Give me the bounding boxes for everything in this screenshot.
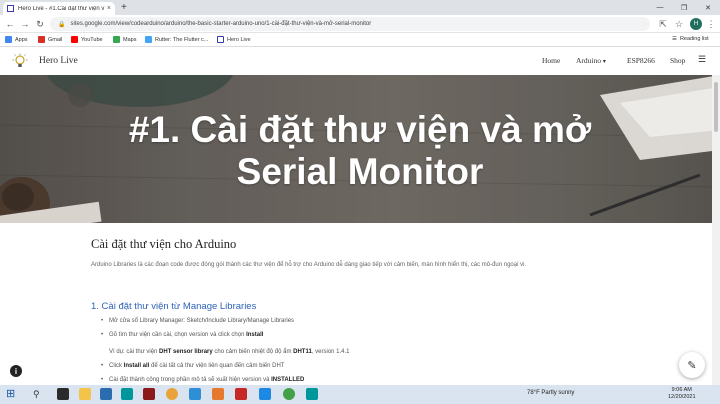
taskbar-clock[interactable]: 9:06 AM 12/20/2021 — [668, 387, 696, 401]
list-item: Click Install all để cài tất cả thư viện… — [101, 363, 285, 369]
scrollbar-thumb[interactable] — [714, 82, 718, 132]
bookmark-label: Gmail — [48, 36, 63, 43]
bookmarks-bar: Apps Gmail YouTube Maps Rutter: The Flut… — [0, 33, 720, 47]
nav-esp8266[interactable]: ESP8266 — [627, 56, 655, 65]
subsection-heading: 1. Cài đặt thư viện từ Manage Libraries — [91, 301, 257, 312]
hero-title-line-2: Serial Monitor — [236, 151, 484, 192]
close-tab-icon[interactable]: × — [107, 5, 111, 12]
example-bold: DHT11 — [293, 349, 312, 355]
maps-icon — [113, 36, 120, 43]
nav-arduino[interactable]: Arduino ▾ — [576, 56, 606, 65]
task-view-icon[interactable] — [57, 388, 69, 400]
list-item-text: để cài tất cả thư viện liên quan đến cảm… — [149, 363, 285, 369]
site-brand[interactable]: Hero Live — [39, 56, 78, 66]
list-item: Gõ tìm thư viện cần cài, chọn version và… — [101, 332, 264, 338]
url-text: sites.google.com/view/codearduino/arduin… — [70, 21, 372, 27]
example-line: Ví dụ: cài thư viện DHT sensor library c… — [109, 349, 350, 355]
apps-grid-icon — [5, 36, 12, 43]
list-item-text: Cài đặt thành công trong phần mô tả sẽ x… — [109, 377, 272, 383]
youtube-icon — [71, 36, 78, 43]
bookmark-label: YouTube — [81, 36, 103, 43]
share-icon[interactable]: ⇱ — [656, 17, 670, 31]
reload-icon[interactable]: ↻ — [33, 17, 47, 31]
bookmark-gmail[interactable]: Gmail — [38, 36, 62, 43]
list-item-bold: INSTALLED — [271, 377, 305, 383]
bookmark-apps[interactable]: Apps — [5, 36, 28, 43]
bookmark-hero-live[interactable]: Hero Live — [217, 36, 251, 43]
app-red-icon[interactable] — [143, 388, 155, 400]
bookmark-star-icon[interactable]: ☆ — [672, 17, 686, 31]
chrome-icon[interactable] — [166, 388, 178, 400]
list-item-text: Gõ tìm thư viện cần cài, chọn version và… — [109, 332, 247, 338]
app-f-icon[interactable] — [235, 388, 247, 400]
maximize-icon[interactable]: ❐ — [672, 0, 696, 15]
profile-avatar[interactable]: H — [690, 18, 702, 30]
address-bar[interactable]: 🔒 sites.google.com/view/codearduino/ardu… — [50, 17, 650, 31]
site-header — [0, 47, 720, 75]
example-text: , version 1.4.1 — [311, 349, 350, 355]
example-text: cho cảm biến nhiệt độ độ ẩm — [212, 349, 294, 355]
list-item-bold: Install — [246, 332, 264, 338]
bookmark-maps[interactable]: Maps — [113, 36, 136, 43]
browser-toolbar: ← → ↻ 🔒 sites.google.com/view/codearduin… — [0, 15, 720, 33]
browser-tab[interactable]: Hero Live - #1.Cài đặt thư viện v × — [3, 2, 115, 15]
chrome-active-icon[interactable] — [283, 388, 295, 400]
info-icon[interactable]: i — [10, 365, 22, 377]
lightbulb-logo-icon[interactable] — [12, 53, 28, 69]
close-window-icon[interactable]: ✕ — [696, 0, 720, 15]
example-text: Ví dụ: cài thư viện — [109, 349, 160, 355]
list-item: Cài đặt thành công trong phần mô tả sẽ x… — [101, 377, 305, 383]
flutter-icon — [145, 36, 152, 43]
windows-start-icon[interactable]: ⊞ — [6, 388, 18, 400]
list-item-text: Mở cửa sổ Library Manager: Sketch/Includ… — [109, 318, 295, 324]
nav-shop[interactable]: Shop — [670, 56, 685, 65]
edit-pencil-icon[interactable]: ✎ — [679, 352, 705, 378]
bookmark-label: Rutter: The Flutter c... — [155, 36, 209, 43]
new-tab-button[interactable]: + — [121, 2, 127, 13]
page-hero-title: #1. Cài đặt thư viện và mở Serial Monito… — [0, 109, 720, 193]
bookmark-label: Hero Live — [227, 36, 251, 43]
section-heading: Cài đặt thư viện cho Arduino — [91, 237, 237, 251]
nav-home[interactable]: Home — [542, 56, 560, 65]
reading-list-icon: ☰ — [672, 36, 677, 42]
clock-date: 12/20/2021 — [668, 394, 696, 400]
bookmark-youtube[interactable]: YouTube — [71, 36, 103, 43]
app-orange-icon[interactable] — [212, 388, 224, 400]
reading-list-button[interactable]: ☰ Reading list — [672, 36, 709, 42]
arduino-ide-2-icon[interactable] — [306, 388, 318, 400]
list-item-bold: Install all — [123, 363, 150, 369]
hamburger-menu-icon[interactable]: ☰ — [698, 54, 706, 65]
search-icon[interactable]: ⚲ — [33, 388, 45, 400]
vscode-icon[interactable] — [259, 388, 271, 400]
lock-icon: 🔒 — [58, 21, 66, 28]
mail-icon[interactable] — [100, 388, 112, 400]
browser-tab-bar: Hero Live - #1.Cài đặt thư viện v × + — … — [0, 0, 720, 15]
hero-live-favicon-icon — [217, 36, 224, 43]
list-item-text: Click — [109, 363, 124, 369]
tab-title: Hero Live - #1.Cài đặt thư viện v — [18, 5, 105, 12]
forward-icon[interactable]: → — [18, 17, 32, 31]
hero-live-favicon-icon — [7, 5, 14, 12]
list-item: Mở cửa sổ Library Manager: Sketch/Includ… — [101, 318, 295, 324]
weather-widget[interactable]: 78°F Partly sunny — [527, 390, 574, 396]
more-menu-icon[interactable]: ⋮ — [704, 17, 718, 31]
bookmark-flutter[interactable]: Rutter: The Flutter c... — [145, 36, 208, 43]
reading-list-label: Reading list — [679, 36, 709, 42]
app-blue-icon[interactable] — [189, 388, 201, 400]
nav-arduino-label: Arduino — [576, 56, 601, 65]
intro-paragraph: Arduino Libraries là các đoạn code được … — [91, 262, 527, 268]
example-bold: DHT sensor library — [159, 349, 213, 355]
chevron-down-icon: ▾ — [602, 59, 606, 65]
hero-title-line-1: #1. Cài đặt thư viện và mở — [128, 109, 592, 150]
back-icon[interactable]: ← — [3, 17, 17, 31]
bookmark-label: Maps — [123, 36, 137, 43]
arduino-ide-icon[interactable] — [121, 388, 133, 400]
file-explorer-icon[interactable] — [79, 388, 91, 400]
minimize-icon[interactable]: — — [648, 0, 672, 15]
gmail-icon — [38, 36, 45, 43]
bookmark-label: Apps — [15, 36, 28, 43]
clock-time: 9:06 AM — [671, 387, 692, 393]
